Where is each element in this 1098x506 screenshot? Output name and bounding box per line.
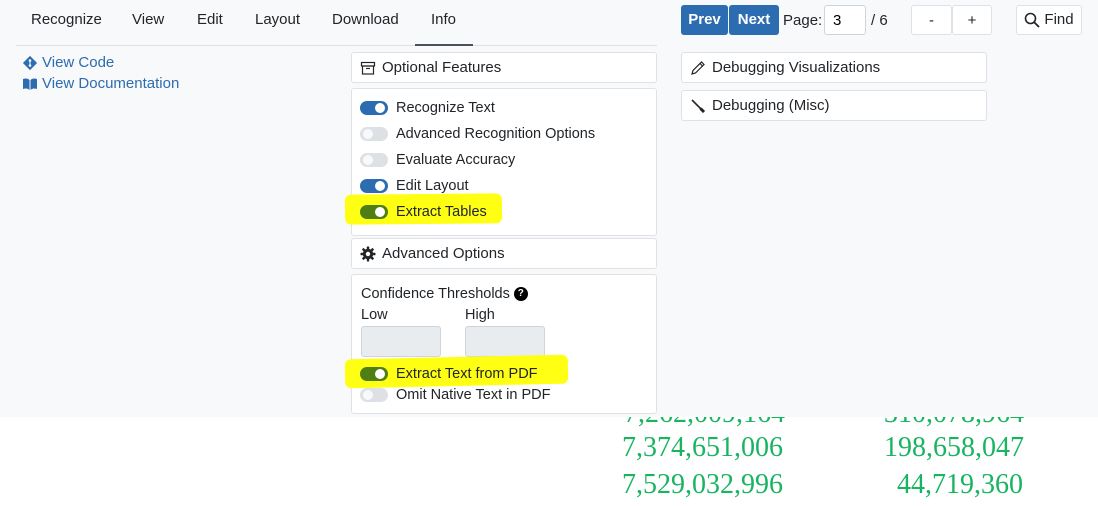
advanced-options-title: Advanced Options (382, 245, 505, 262)
optional-features-title: Optional Features (382, 59, 502, 76)
toggle-switch[interactable] (360, 101, 388, 115)
tab-edit[interactable]: Edit (197, 0, 223, 46)
advanced-recognition-toggle[interactable]: Advanced Recognition Options (360, 123, 595, 145)
doc-cell: 7,529,032,996 (622, 469, 783, 500)
debugging-visualizations-header[interactable]: Debugging Visualizations (681, 52, 987, 83)
tab-layout[interactable]: Layout (255, 0, 300, 46)
extract-text-pdf-toggle[interactable]: Extract Text from PDF (360, 363, 538, 385)
extract-tables-label: Extract Tables (396, 204, 487, 220)
edit-layout-label: Edit Layout (396, 178, 469, 194)
doc-cell: 44,719,360 (897, 469, 1023, 500)
view-code-label: View Code (42, 54, 115, 71)
confidence-thresholds-label: Confidence Thresholds (361, 286, 510, 302)
debugging-misc-title: Debugging (Misc) (712, 97, 830, 114)
main-nav-tabs: Recognize View Edit Layout Download Info (16, 0, 657, 46)
view-code-link[interactable]: View Code (22, 54, 114, 71)
omit-native-text-toggle[interactable]: Omit Native Text in PDF (360, 384, 550, 406)
debugging-misc-header[interactable]: Debugging (Misc) (681, 90, 987, 121)
next-page-button[interactable]: Next (729, 5, 779, 35)
toggle-switch[interactable] (360, 367, 388, 381)
info-panel-overlay: Recognize View Edit Layout Download Info… (0, 0, 1098, 417)
low-threshold-input[interactable] (361, 326, 441, 357)
page-number-input[interactable] (824, 5, 866, 35)
high-threshold-input[interactable] (465, 326, 545, 357)
git-icon (22, 55, 38, 70)
extract-tables-toggle[interactable]: Extract Tables (360, 201, 487, 223)
advanced-recognition-label: Advanced Recognition Options (396, 126, 596, 142)
debugging-visualizations-title: Debugging Visualizations (712, 59, 881, 76)
extract-text-pdf-label: Extract Text from PDF (396, 366, 538, 382)
tab-info[interactable]: Info (415, 0, 473, 46)
view-documentation-link[interactable]: View Documentation (22, 75, 179, 92)
page-label: Page: (783, 12, 823, 29)
low-label: Low (361, 307, 388, 323)
archive-icon (360, 61, 376, 75)
recognize-text-label: Recognize Text (396, 100, 495, 116)
page-total: / 6 (871, 12, 888, 29)
wand-icon (691, 98, 706, 113)
high-label: High (465, 307, 495, 323)
search-icon (1025, 12, 1041, 28)
toggle-switch[interactable] (360, 127, 388, 141)
advanced-options-panel: Confidence Thresholds ? Low High Extract… (344, 274, 657, 414)
book-icon (23, 77, 37, 90)
pencil-icon (691, 60, 705, 75)
zoom-out-button[interactable]: - (911, 5, 952, 35)
view-documentation-label: View Documentation (42, 75, 180, 92)
help-icon[interactable]: ? (513, 287, 528, 301)
find-button[interactable]: Find (1016, 5, 1082, 35)
tab-recognize[interactable]: Recognize (31, 0, 102, 46)
tab-view[interactable]: View (132, 0, 164, 46)
omit-native-text-label: Omit Native Text in PDF (396, 387, 551, 403)
toggle-switch[interactable] (360, 153, 388, 167)
evaluate-accuracy-toggle[interactable]: Evaluate Accuracy (360, 149, 515, 171)
toggle-switch[interactable] (360, 388, 388, 402)
confidence-thresholds-heading: Confidence Thresholds ? (361, 286, 528, 302)
tab-download[interactable]: Download (332, 0, 399, 46)
doc-cell: 198,658,047 (884, 432, 1024, 463)
evaluate-accuracy-label: Evaluate Accuracy (396, 152, 516, 168)
optional-features-panel: Recognize Text Advanced Recognition Opti… (344, 88, 657, 236)
toggle-switch[interactable] (360, 205, 388, 219)
optional-features-header[interactable]: Optional Features (351, 52, 657, 83)
edit-layout-toggle[interactable]: Edit Layout (360, 175, 469, 197)
recognize-text-toggle[interactable]: Recognize Text (360, 97, 495, 119)
prev-page-button[interactable]: Prev (681, 5, 728, 35)
advanced-options-header[interactable]: Advanced Options (351, 238, 657, 269)
toggle-switch[interactable] (360, 179, 388, 193)
doc-cell: 7,374,651,006 (622, 432, 783, 463)
find-label: Find (1044, 11, 1074, 28)
zoom-in-button[interactable]: + (952, 5, 992, 35)
gear-icon (360, 246, 376, 261)
